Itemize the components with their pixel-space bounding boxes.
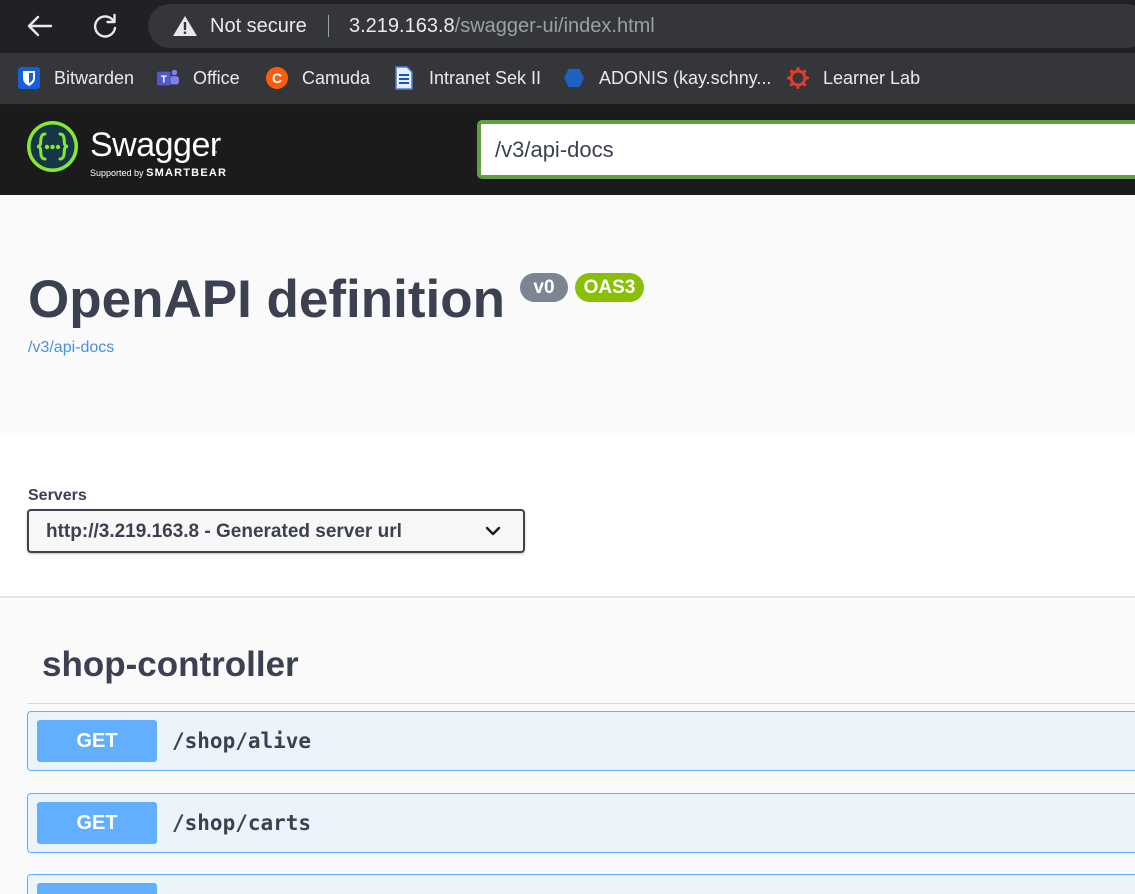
page-title: OpenAPI definition xyxy=(28,270,505,329)
address-separator xyxy=(328,15,329,37)
method-badge: GET xyxy=(37,720,157,762)
bookmark-intranet[interactable]: Intranet Sek II xyxy=(393,65,541,91)
tag-divider xyxy=(28,703,1135,704)
supported-by-text: Supported by xyxy=(90,168,144,178)
back-arrow-icon xyxy=(27,15,53,37)
swagger-logo-icon[interactable] xyxy=(27,121,78,172)
hexagon-icon xyxy=(563,67,585,89)
version-badge: v0 xyxy=(520,273,568,302)
smartbear-text: SMARTBEAR xyxy=(146,167,228,179)
url-path: /swagger-ui/index.html xyxy=(454,15,655,37)
bookmark-label: Office xyxy=(193,67,240,88)
teams-icon: T xyxy=(157,67,179,89)
oas-badge: OAS3 xyxy=(575,273,644,302)
bookmark-label: Intranet Sek II xyxy=(429,67,542,88)
address-url[interactable]: 3.219.163.8/swagger-ui/index.html xyxy=(349,15,655,37)
servers-section: Servers http://3.219.163.8 - Generated s… xyxy=(0,435,1135,598)
url-host: 3.219.163.8 xyxy=(349,15,455,37)
canvas-icon xyxy=(787,67,809,89)
operation-path: /shop/alive xyxy=(172,729,312,753)
servers-selected-value: http://3.219.163.8 - Generated server ur… xyxy=(46,521,402,542)
bitwarden-icon xyxy=(18,67,40,89)
method-badge: GET xyxy=(37,802,157,844)
bookmarks-bar: Bitwarden T Office C Camuda Intranet Sek… xyxy=(0,53,1135,105)
reload-button[interactable] xyxy=(88,9,122,43)
chevron-down-icon xyxy=(485,526,501,536)
browser-toolbar: Not secure 3.219.163.8/swagger-ui/index.… xyxy=(0,0,1135,53)
bookmark-bitwarden[interactable]: Bitwarden xyxy=(18,65,134,91)
bookmark-adonis[interactable]: ADONIS (kay.schny... xyxy=(563,65,771,91)
api-docs-link[interactable]: /v3/api-docs xyxy=(28,339,114,357)
document-icon xyxy=(393,66,415,90)
warning-icon[interactable] xyxy=(172,15,198,37)
bookmark-office[interactable]: T Office xyxy=(157,65,240,91)
svg-text:C: C xyxy=(272,70,282,86)
bookmark-camuda[interactable]: C Camuda xyxy=(266,65,370,91)
swagger-topbar: Swagger ™ Supported by SMARTBEAR xyxy=(0,105,1135,195)
operation-shop-carts[interactable]: GET /shop/carts xyxy=(27,793,1135,853)
camunda-icon: C xyxy=(266,67,288,89)
definition-url-input[interactable] xyxy=(477,120,1135,179)
tag-title[interactable]: shop-controller xyxy=(42,645,299,685)
operation-partial[interactable] xyxy=(27,874,1135,894)
bookmark-label: Camuda xyxy=(302,67,371,88)
reload-icon xyxy=(93,13,117,38)
bookmark-label: Bitwarden xyxy=(54,67,135,88)
operation-path: /shop/carts xyxy=(172,811,312,835)
servers-dropdown[interactable]: http://3.219.163.8 - Generated server ur… xyxy=(27,509,525,553)
api-info-section: OpenAPI definition v0 OAS3 /v3/api-docs xyxy=(0,195,1135,435)
method-badge xyxy=(37,883,157,894)
svg-text:T: T xyxy=(161,75,168,86)
swagger-supported-by: Supported by SMARTBEAR xyxy=(90,167,227,179)
operations-section: shop-controller GET /shop/alive GET /sho… xyxy=(0,600,1135,894)
bookmark-label: ADONIS (kay.schny... xyxy=(599,67,772,88)
address-bar[interactable]: Not secure 3.219.163.8/swagger-ui/index.… xyxy=(148,4,1135,48)
swagger-trademark: ™ xyxy=(211,151,217,157)
operation-shop-alive[interactable]: GET /shop/alive xyxy=(27,711,1135,771)
servers-label: Servers xyxy=(28,487,87,504)
bookmark-learner-lab[interactable]: Learner Lab xyxy=(787,65,920,91)
swagger-brand-name: Swagger xyxy=(90,126,221,164)
not-secure-label[interactable]: Not secure xyxy=(210,15,307,37)
bookmark-label: Learner Lab xyxy=(823,67,921,88)
back-button[interactable] xyxy=(22,9,56,43)
